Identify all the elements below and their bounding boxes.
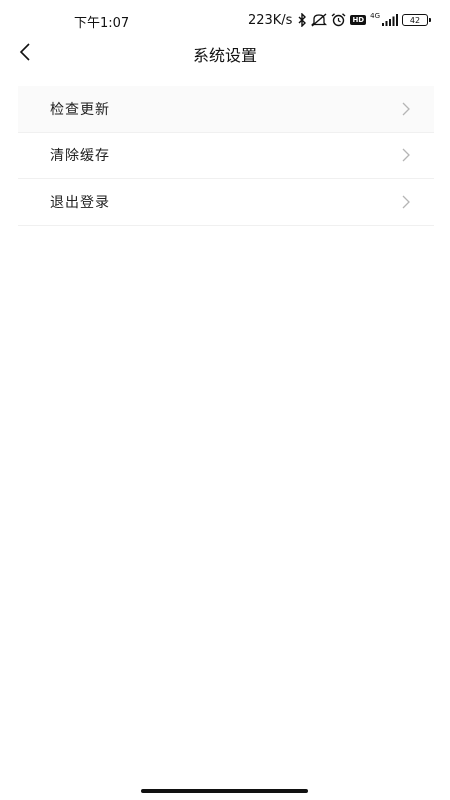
- home-indicator[interactable]: [141, 789, 308, 793]
- check-update-item[interactable]: 检查更新: [18, 86, 434, 133]
- logout-item[interactable]: 退出登录: [18, 179, 434, 226]
- battery-icon: 42: [402, 14, 431, 26]
- alarm-icon: [331, 13, 346, 27]
- clear-cache-item[interactable]: 清除缓存: [18, 132, 434, 179]
- net-speed: 223K/s: [247, 12, 293, 28]
- chevron-right-icon: [402, 195, 410, 209]
- mute-icon: [311, 13, 328, 27]
- nav-bar: 系统设置: [0, 40, 450, 66]
- chevron-right-icon: [402, 102, 410, 116]
- clear-cache-label: 清除缓存: [50, 148, 110, 165]
- page-title: 系统设置: [192, 46, 257, 65]
- network-type: 4G: [370, 11, 380, 20]
- logout-label: 退出登录: [50, 194, 110, 211]
- battery-level: 42: [409, 15, 421, 25]
- status-bar: 下午1:07 223K/s HD 4G 42: [0, 0, 450, 40]
- settings-list: 检查更新 清除缓存 退出登录: [18, 86, 434, 226]
- hd-badge: HD: [350, 15, 367, 25]
- signal-icon: [382, 14, 398, 26]
- check-update-label: 检查更新: [50, 101, 110, 118]
- status-icons: 223K/s HD 4G 42: [247, 10, 431, 30]
- status-time: 下午1:07: [74, 16, 130, 31]
- bluetooth-icon: [298, 13, 307, 27]
- chevron-right-icon: [402, 148, 410, 162]
